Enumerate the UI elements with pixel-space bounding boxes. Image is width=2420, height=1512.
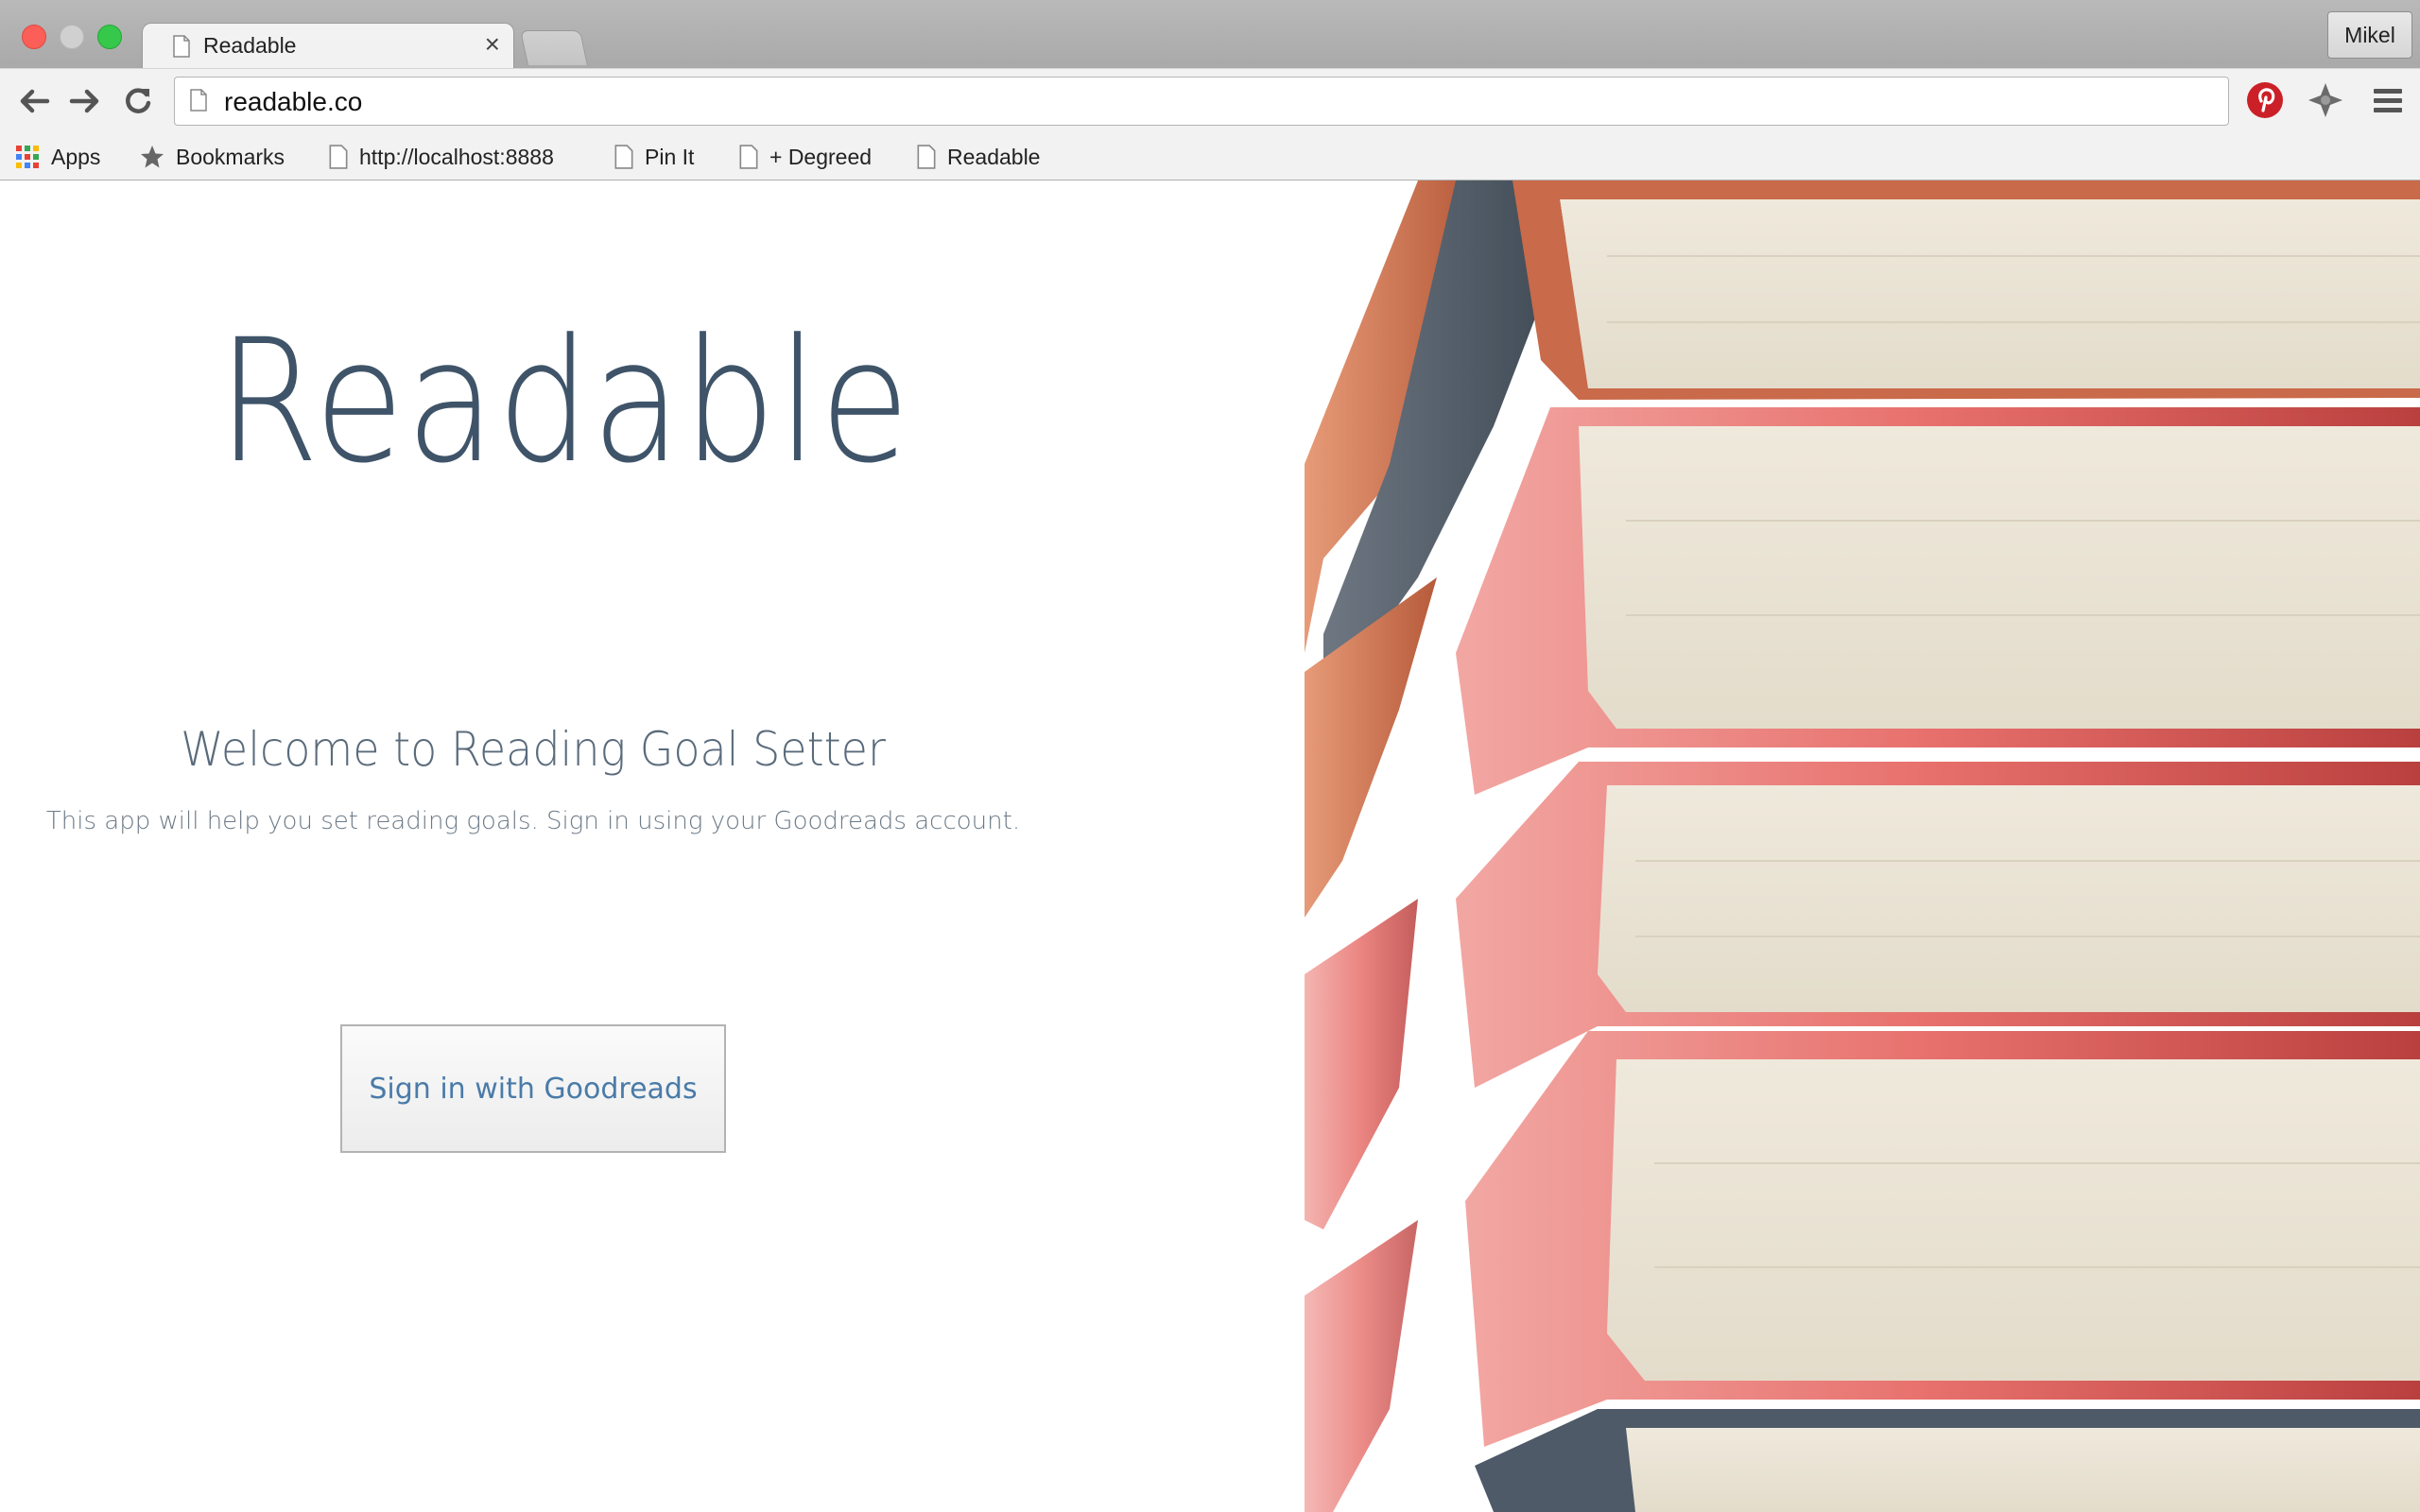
bookmarks-bar: Apps Bookmarks http://localhost:8888 Pin… xyxy=(0,130,2420,180)
page-icon xyxy=(614,145,633,169)
bookmark-label: Apps xyxy=(51,144,101,169)
bookmark-localhost[interactable]: http://localhost:8888 xyxy=(329,138,582,172)
bookmark-label: + Degreed xyxy=(769,144,873,169)
page-icon xyxy=(917,145,936,169)
pinterest-icon[interactable] xyxy=(2246,81,2284,119)
signin-goodreads-button[interactable]: Sign in with Goodreads xyxy=(340,1024,726,1153)
site-logo: Readable xyxy=(217,303,912,501)
page-icon xyxy=(329,145,348,169)
profile-button[interactable]: Mikel xyxy=(2327,11,2412,59)
tab-title: Readable xyxy=(203,33,297,58)
bookmark-label: Pin It xyxy=(645,144,695,169)
page-icon xyxy=(739,145,758,169)
toolbar: readable.co xyxy=(0,68,2420,131)
bookmark-apps[interactable]: Apps xyxy=(15,138,100,172)
welcome-heading: Welcome to Reading Goal Setter xyxy=(181,722,886,777)
reload-icon[interactable] xyxy=(121,85,155,117)
bookmark-readable[interactable]: Readable xyxy=(917,138,1040,172)
bookmark-degreed[interactable]: + Degreed xyxy=(739,138,872,172)
description-text: This app will help you set reading goals… xyxy=(45,807,1021,835)
back-arrow-icon[interactable] xyxy=(17,85,51,117)
address-bar[interactable]: readable.co xyxy=(174,77,2229,126)
tab-close-icon[interactable]: × xyxy=(485,31,500,58)
window-minimize-button[interactable] xyxy=(60,25,84,49)
bookmark-label: Readable xyxy=(947,144,1041,169)
stack-of-books-image xyxy=(1305,180,2420,1512)
window-maximize-button[interactable] xyxy=(97,25,122,49)
page-icon xyxy=(173,35,190,58)
menu-icon[interactable] xyxy=(2369,81,2407,119)
bookmark-pin-it[interactable]: Pin It xyxy=(614,138,694,172)
bookmark-bookmarks[interactable]: Bookmarks xyxy=(140,138,285,172)
forward-arrow-icon[interactable] xyxy=(68,85,102,117)
bookmark-label: Bookmarks xyxy=(176,144,285,169)
bookmark-label: http://localhost:8888 xyxy=(359,144,554,169)
page-content: Readable Welcome to Reading Goal Setter … xyxy=(0,180,2420,1512)
star-icon xyxy=(141,145,164,168)
page-icon xyxy=(190,89,207,112)
title-bar: Readable × Mikel xyxy=(0,0,2420,69)
new-tab-button[interactable] xyxy=(520,30,588,65)
window-close-button[interactable] xyxy=(22,25,46,49)
extension-compass-icon[interactable] xyxy=(2307,81,2344,119)
url-text[interactable]: readable.co xyxy=(224,87,362,117)
apps-grid-icon xyxy=(16,145,39,168)
tab-readable[interactable]: Readable × xyxy=(142,23,514,69)
